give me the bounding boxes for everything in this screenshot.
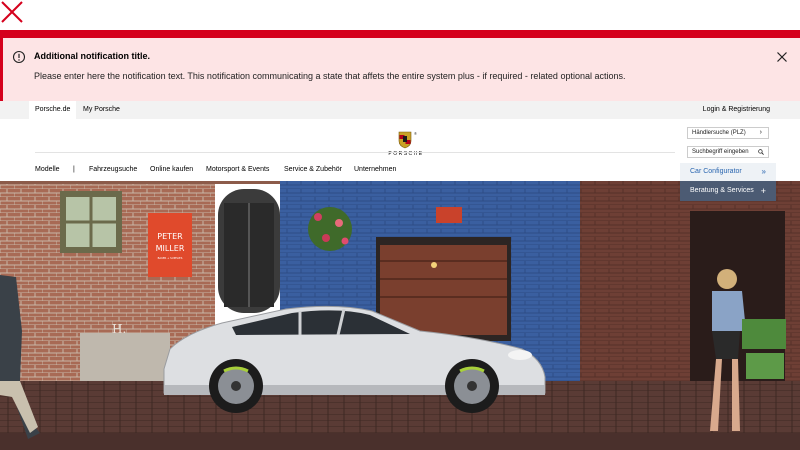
nav-item-fahrzeugsuche[interactable]: Fahrzeugsuche [89, 166, 137, 173]
header-divider [35, 152, 675, 153]
notification-banner: Additional notification title. Please en… [0, 38, 800, 101]
notification-text: Please enter here the notification text.… [34, 71, 626, 81]
login-link[interactable]: Login & Registrierung [703, 101, 770, 119]
nav-item-online-kaufen[interactable]: Online kaufen [150, 166, 193, 173]
plus-icon: + [760, 186, 766, 196]
search-input[interactable]: Suchbegriff eingeben [687, 146, 769, 158]
nav-item-unternehmen[interactable]: Unternehmen [354, 166, 396, 173]
side-panel: Händlersuche (PLZ) › Suchbegriff eingebe… [680, 119, 776, 201]
dealer-search-field[interactable]: Händlersuche (PLZ) › [687, 127, 769, 139]
double-chevron-icon: » [761, 167, 766, 176]
top-strip [0, 0, 800, 30]
tab-porsche-de[interactable]: Porsche.de [29, 101, 77, 119]
chevron-right-icon: › [759, 129, 762, 136]
dealer-search-label: Händlersuche (PLZ) [692, 130, 746, 136]
top-red-bar [0, 30, 800, 38]
shop-sign-line2: MILLER [156, 244, 185, 253]
utility-bar: Porsche.de My Porsche Login & Registrier… [0, 101, 800, 119]
shop-sign-line1: PETER [157, 232, 183, 241]
nav-item-motorsport-events[interactable]: Motorsport & Events [206, 166, 269, 173]
shop-sign-line3: BAKER + SUPPLIES [158, 256, 183, 260]
nav-item-modelle[interactable]: Modelle [35, 166, 60, 173]
notification-accent-edge [0, 38, 3, 101]
search-placeholder: Suchbegriff eingeben [692, 149, 749, 155]
close-x-icon[interactable] [0, 0, 24, 24]
car-configurator-link[interactable]: Car Configurator » [680, 163, 776, 181]
alert-icon [12, 50, 26, 64]
hero-scene: PETER MILLER BAKER + SUPPLIES H. [0, 181, 800, 450]
nav-separator: | [73, 166, 75, 173]
tab-my-porsche[interactable]: My Porsche [77, 101, 126, 119]
search-icon[interactable] [758, 149, 764, 155]
car-configurator-label: Car Configurator [690, 168, 742, 175]
hero-image: PETER MILLER BAKER + SUPPLIES H. [0, 181, 800, 450]
beratung-services-toggle[interactable]: Beratung & Services + [680, 181, 776, 201]
registered-mark: ® [414, 131, 417, 136]
close-icon[interactable] [776, 51, 788, 63]
beratung-services-label: Beratung & Services [690, 187, 754, 194]
porsche-crest-logo[interactable] [398, 131, 412, 149]
notification-title: Additional notification title. [34, 51, 150, 61]
door-plaque: H. [112, 322, 126, 336]
nav-item-service-zubehoer[interactable]: Service & Zubehör [284, 166, 342, 173]
